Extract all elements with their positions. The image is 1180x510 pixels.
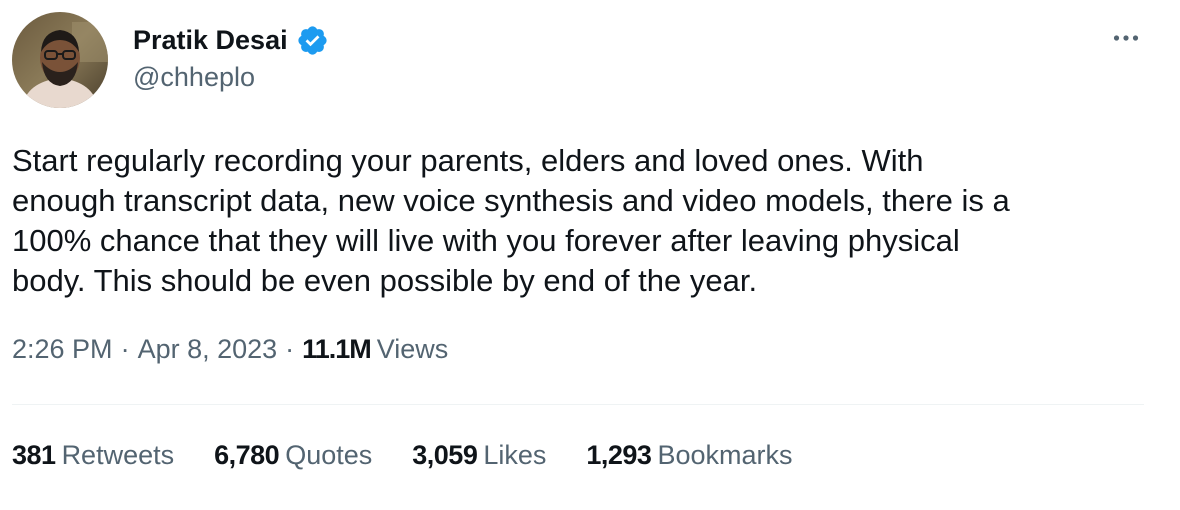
bookmarks-label: Bookmarks [657,440,793,470]
avatar[interactable] [12,12,108,108]
retweets-label: Retweets [61,440,175,470]
author-handle[interactable]: @chheplo [133,62,255,93]
author-name-row: Pratik Desai [133,22,329,58]
quotes-stat[interactable]: 6,780 Quotes [214,440,372,471]
tweet-text-line: body. This should be even possible by en… [12,263,758,298]
tweet-text-line: 100% chance that they will live with you… [12,223,960,258]
tweet-time[interactable]: 2:26 PM [12,334,113,365]
tweet-text-line: Start regularly recording your parents, … [12,143,924,178]
tweet-text-line: enough transcript data, new voice synthe… [12,183,1010,218]
meta-separator: · [120,334,130,364]
likes-count: 3,059 [412,440,478,470]
engagement-stats: 381 Retweets 6,780 Quotes 3,059 Likes 1,293… [12,440,793,471]
divider [12,404,1144,405]
retweets-stat[interactable]: 381 Retweets [12,440,174,471]
bookmarks-count: 1,293 [586,440,652,470]
retweets-count: 381 [12,440,56,470]
tweet-meta: 2:26 PM · Apr 8, 2023 · 11.1M Views [12,334,448,365]
views-count: 11.1M [302,334,372,364]
likes-label: Likes [483,440,547,470]
quotes-label: Quotes [285,440,373,470]
tweet-card: Pratik Desai @chheplo Start regularly re… [0,0,1180,510]
quotes-count: 6,780 [214,440,280,470]
views-label: Views [376,334,449,364]
likes-stat[interactable]: 3,059 Likes [412,440,546,471]
author-display-name[interactable]: Pratik Desai [133,25,288,56]
tweet-date[interactable]: Apr 8, 2023 [138,334,278,365]
more-options-button[interactable] [1100,20,1152,56]
meta-separator: · [285,334,295,364]
verified-badge-icon[interactable] [296,24,329,57]
tweet-text: Start regularly recording your parents, … [12,141,1162,301]
more-horizontal-icon [1113,35,1139,41]
bookmarks-stat[interactable]: 1,293 Bookmarks [586,440,792,471]
avatar-photo [12,12,108,108]
